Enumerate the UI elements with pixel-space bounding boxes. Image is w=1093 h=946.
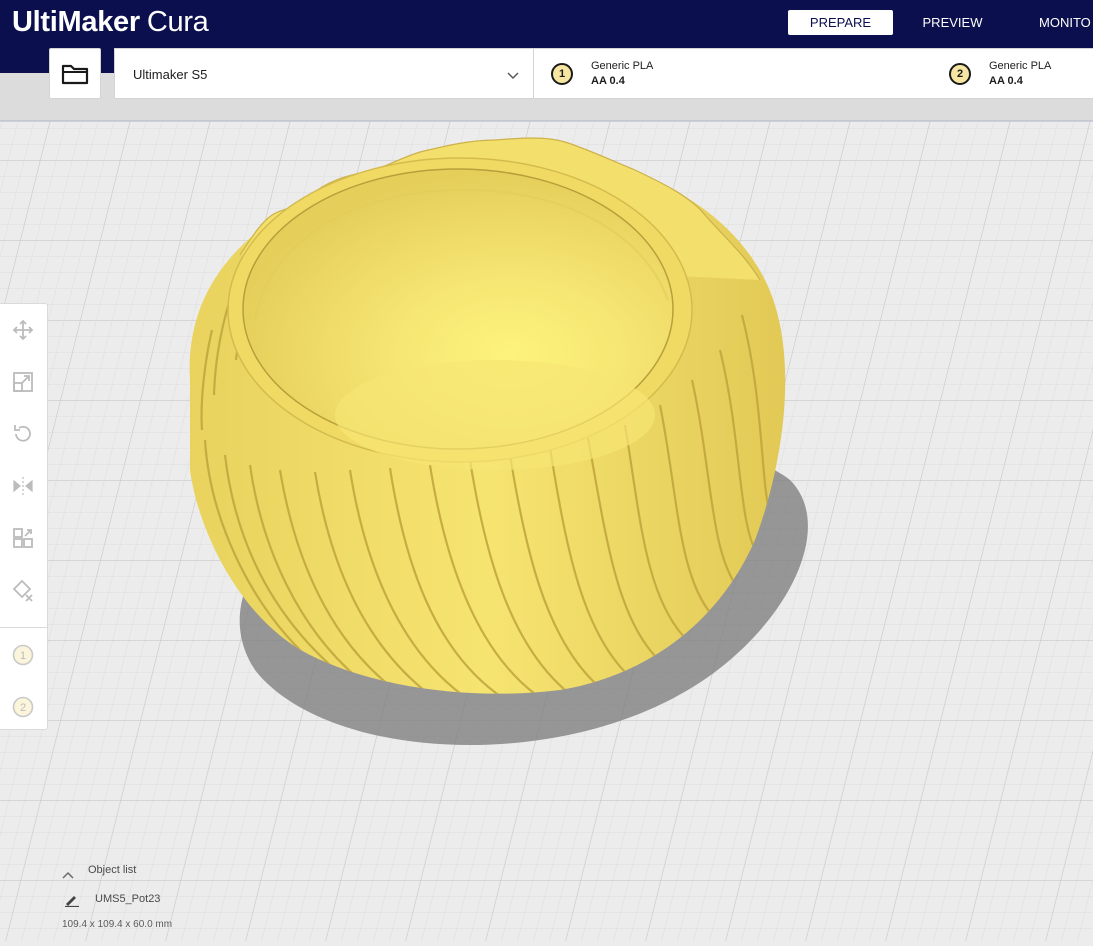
machine-selector[interactable]: Ultimaker S5 [133,49,207,100]
scale-tool-button[interactable] [9,368,37,396]
extruder-2-core: AA 0.4 [989,75,1023,87]
support-blocker-icon [12,579,33,602]
extruder-2-configuration[interactable]: 2 Generic PLA AA 0.4 [947,49,1093,98]
logo-brand: UltiMaker [12,6,140,38]
extruder-1-material: Generic PLA [591,60,654,72]
per-model-settings-icon [13,528,33,548]
pencil-icon[interactable] [64,893,80,912]
chevron-up-icon[interactable] [62,866,74,884]
move-icon [12,319,34,341]
open-file-button[interactable] [49,48,101,99]
extruder-2-tool-button[interactable]: 2 [9,693,37,721]
build-plate-scene [0,73,1093,941]
tab-prepare[interactable]: PREPARE [788,10,893,35]
extruder-1-tool-button[interactable]: 1 [9,641,37,669]
3d-viewport[interactable]: 1 2 Object list UMS5_Pot23 109.4 x 109.4… [0,73,1093,941]
scale-icon [13,372,33,392]
chevron-down-icon[interactable] [507,67,519,85]
object-list-toggle[interactable]: Object list [88,864,136,876]
extruder-1-core: AA 0.4 [591,75,625,87]
tool-panel: 1 2 [0,303,48,730]
app-logo: UltiMaker Cura [12,3,209,41]
rotate-tool-button[interactable] [9,420,37,448]
tool-separator [0,627,47,628]
object-name[interactable]: UMS5_Pot23 [95,893,160,905]
extruder-tool-2-label: 2 [20,702,26,714]
extruder-2-material: Generic PLA [989,60,1052,72]
object-dimensions: 109.4 x 109.4 x 60.0 mm [62,919,173,930]
object-list: Object list UMS5_Pot23 109.4 x 109.4 x 6… [62,862,362,937]
folder-icon [61,64,89,84]
rotate-icon [14,425,31,442]
extruder-1-icon: 1 [12,644,34,666]
per-model-settings-tool-button[interactable] [9,524,37,552]
bar-divider [533,49,534,98]
mirror-tool-button[interactable] [9,472,37,500]
extruder-2-badge: 2 [949,63,971,85]
extruder-tool-1-label: 1 [20,650,26,662]
machine-selector-bar: Ultimaker S5 1 Generic PLA AA 0.4 2 Gene… [114,48,1093,99]
move-tool-button[interactable] [9,316,37,344]
support-blocker-tool-button[interactable] [9,576,37,604]
extruder-1-configuration[interactable]: 1 Generic PLA AA 0.4 [549,49,929,98]
extruder-1-badge: 1 [551,63,573,85]
mirror-icon [13,477,33,495]
tab-monitor[interactable]: MONITO [1018,10,1093,35]
tab-preview[interactable]: PREVIEW [900,10,1005,35]
extruder-2-icon: 2 [12,696,34,718]
logo-product: Cura [146,6,209,38]
